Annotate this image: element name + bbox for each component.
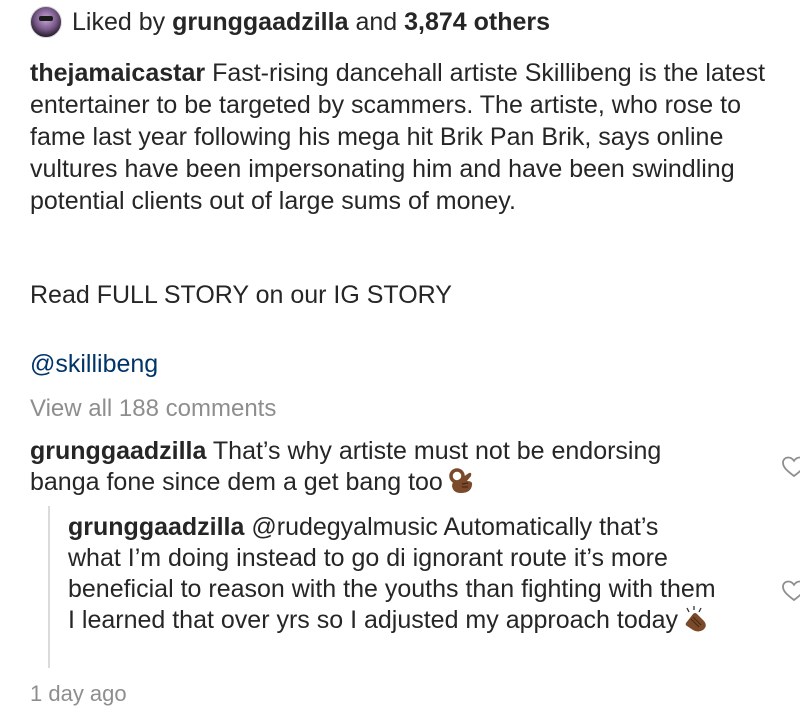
comment-username[interactable]: grunggaadzilla	[30, 437, 206, 465]
view-all-comments-link[interactable]: View all 188 comments	[30, 393, 276, 425]
caption-mention-link[interactable]: @skillibeng	[30, 348, 158, 380]
reply-thread-bar	[48, 506, 50, 668]
like-reply-heart-icon[interactable]	[782, 580, 800, 602]
comment: grunggaadzilla That’s why artiste must n…	[30, 436, 690, 498]
reply-comment: grunggaadzilla @rudegyalmusic Automatica…	[68, 512, 718, 636]
reply-username[interactable]: grunggaadzilla	[68, 513, 244, 541]
reply-mention[interactable]: @rudegyalmusic	[251, 513, 438, 541]
caption-read-more: Read FULL STORY on our IG STORY	[30, 281, 452, 309]
like-comment-heart-icon[interactable]	[782, 456, 800, 478]
post-timestamp: 1 day ago	[30, 681, 127, 706]
caption: thejamaicastar Fast-rising dancehall art…	[30, 57, 770, 217]
clapping-hands-emoji	[685, 606, 706, 632]
caption-username[interactable]: thejamaicastar	[30, 59, 205, 87]
liked-by-conjunction: and	[355, 7, 398, 36]
ok-hand-emoji	[449, 468, 472, 493]
likes-count[interactable]: 3,874 others	[404, 8, 550, 37]
liked-by-row[interactable]: Liked by grunggaadzilla and 3,874 others	[30, 4, 550, 40]
liked-by-prefix: Liked by	[72, 7, 166, 36]
avatar[interactable]	[30, 6, 62, 38]
liked-by-user[interactable]: grunggaadzilla	[172, 8, 348, 37]
